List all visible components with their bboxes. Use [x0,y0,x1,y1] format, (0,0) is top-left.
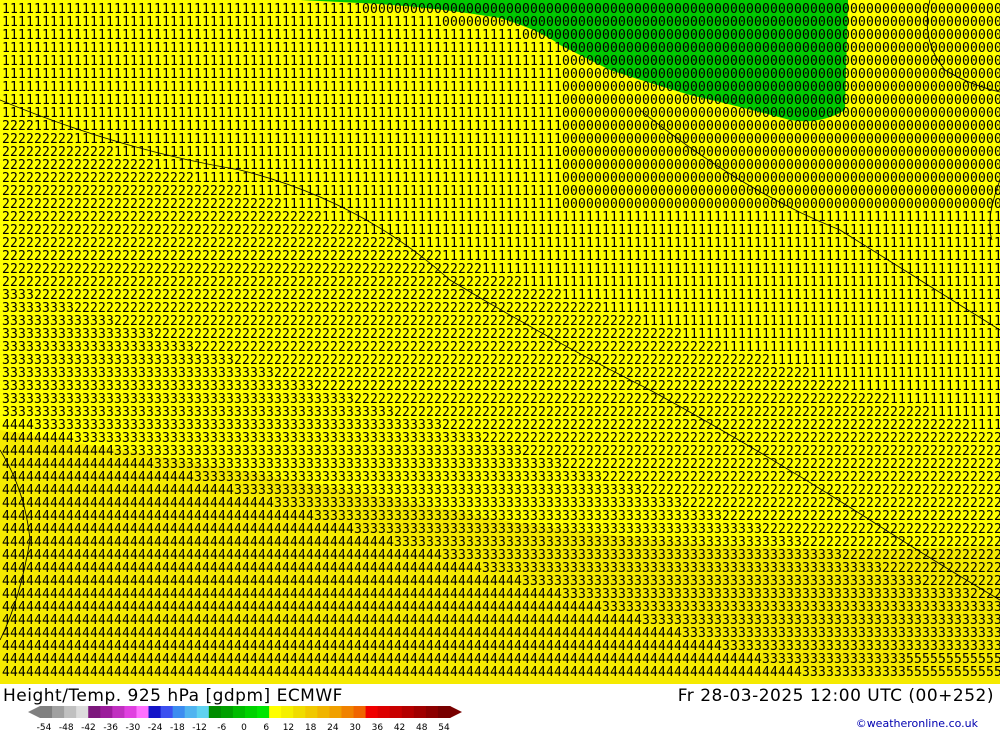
temperature-field-map: 1111111111111111111111111111111111111111… [0,0,1000,684]
weather-map: 1111111111111111111111111111111111111111… [0,0,1000,684]
value-digit-grid: 1111111111111111111111111111111111111111… [2,2,1000,680]
